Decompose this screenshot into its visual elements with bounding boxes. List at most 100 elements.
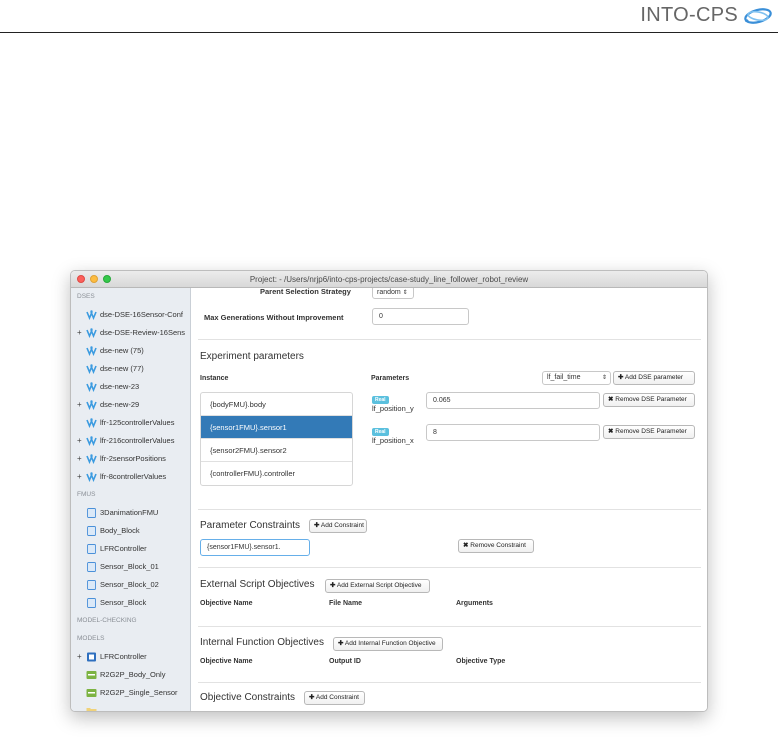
select-arrows-icon: ⇕ <box>402 290 408 296</box>
remove-dse-parameter-button[interactable]: ✖ Remove DSE Parameter <box>603 425 695 439</box>
sidebar-item-dse[interactable]: dse-DSE-16Sensor-Conf <box>71 306 190 324</box>
expand-icon[interactable]: + <box>77 432 82 450</box>
plus-icon: ✚ <box>314 522 320 529</box>
expand-icon[interactable]: + <box>77 324 82 342</box>
expand-icon[interactable]: + <box>77 468 82 486</box>
external-script-objectives-title: External Script Objectives <box>200 579 315 590</box>
expand-icon[interactable]: + <box>77 450 82 468</box>
remove-dse-parameter-button[interactable]: ✖ Remove DSE Parameter <box>603 393 695 407</box>
add-internal-function-objective-label: Add Internal Function Objective <box>344 640 436 647</box>
instance-list-item[interactable]: {sensor2FMU}.sensor2 <box>201 439 352 462</box>
remove-constraint-button[interactable]: ✖ Remove Constraint <box>458 539 534 553</box>
minimize-window-button[interactable] <box>90 275 98 283</box>
param-value-input[interactable]: 0.065 <box>426 392 600 409</box>
parent-selection-label: Parent Selection Strategy <box>260 288 351 296</box>
sidebar-item-fmu[interactable]: Sensor_Block_01 <box>71 558 190 576</box>
sidebar-item-model[interactable]: R2G2P_Single_Sensor <box>71 684 190 702</box>
add-constraint-label: Add Constraint <box>315 694 359 701</box>
dse-icon <box>86 436 97 446</box>
max-generations-input[interactable]: 0 <box>372 308 469 325</box>
sidebar-item-label: 3DanimationFMU <box>100 508 159 517</box>
sidebar-item-model[interactable]: R2G2P_Body_Only <box>71 666 190 684</box>
logo-text: INTO-CPS <box>640 4 738 26</box>
instance-list-item[interactable]: {controllerFMU}.controller <box>201 462 352 485</box>
dse-icon <box>86 382 97 392</box>
sidebar-item-fmu[interactable]: Sensor_Block <box>71 594 190 612</box>
sidebar-item-dse[interactable]: + lfr-8controllerValues <box>71 468 190 486</box>
times-icon: ✖ <box>463 542 469 549</box>
objective-name-header: Objective Name <box>200 600 253 607</box>
sidebar-item-fmu[interactable]: Sensor_Block_02 <box>71 576 190 594</box>
sidebar-item-fmu[interactable]: LFRController <box>71 540 190 558</box>
sidebar-item-label: LFRController <box>100 544 147 553</box>
sidebar-item-model[interactable] <box>71 702 190 711</box>
fmu-icon <box>87 526 96 536</box>
add-internal-function-objective-button[interactable]: ✚ Add Internal Function Objective <box>333 637 443 651</box>
add-objective-constraint-button[interactable]: ✚ Add Constraint <box>304 691 365 705</box>
sidebar-item-dse[interactable]: + lfr-2sensorPositions <box>71 450 190 468</box>
parent-selection-value: random <box>377 289 401 296</box>
expand-icon[interactable]: + <box>77 396 82 414</box>
instance-list-item[interactable]: {bodyFMU}.body <box>201 393 352 416</box>
divider <box>198 339 701 340</box>
sidebar-section-dses: DSES <box>77 293 95 300</box>
sidebar-item-dse[interactable]: + dse-new-29 <box>71 396 190 414</box>
constraint-input[interactable]: {sensor1FMU}.sensor1. <box>200 539 310 556</box>
document-header: INTO-CPS <box>0 0 778 34</box>
sidebar-item-label: dse-DSE-Review-16Sens <box>100 328 186 337</box>
fmu-icon <box>87 544 96 554</box>
sidebar-item-dse[interactable]: dse-new-23 <box>71 378 190 396</box>
output-id-header: Output ID <box>329 658 361 665</box>
instance-list: {bodyFMU}.body {sensor1FMU}.sensor1 {senso… <box>200 392 353 486</box>
sidebar-item-label: dse-DSE-16Sensor-Conf <box>100 310 183 319</box>
sidebar-item-model[interactable]: + LFRController <box>71 648 190 666</box>
parameters-header: Parameters <box>371 375 410 382</box>
sidebar-item-dse[interactable]: + dse-DSE-Review-16Sens <box>71 324 190 342</box>
dse-icon <box>86 418 97 428</box>
divider <box>198 682 701 683</box>
expand-icon[interactable]: + <box>77 648 82 666</box>
select-arrows-icon: ⇕ <box>601 375 607 381</box>
project-sidebar: DSES dse-DSE-16Sensor-Conf + dse-DSE-Revie… <box>71 288 191 711</box>
sidebar-section-fmus: FMUS <box>77 491 96 498</box>
add-external-script-objective-label: Add External Script Objective <box>336 582 422 589</box>
param-value-input[interactable]: 8 <box>426 424 600 441</box>
file-name-header: File Name <box>329 600 363 607</box>
dse-icon <box>86 364 97 374</box>
param-name: lf_position_x <box>372 436 414 445</box>
remove-constraint-label: Remove Constraint <box>470 542 526 549</box>
fmu-icon <box>87 562 96 572</box>
sidebar-item-fmu[interactable]: 3DanimationFMU <box>71 504 190 522</box>
model-green-icon <box>86 671 97 679</box>
parent-selection-select[interactable]: random ⇕ <box>372 288 414 299</box>
dse-icon <box>86 310 97 320</box>
add-external-script-objective-button[interactable]: ✚ Add External Script Objective <box>325 579 430 593</box>
close-window-button[interactable] <box>77 275 85 283</box>
window-controls <box>77 275 111 283</box>
param-name: lf_position_y <box>372 404 414 413</box>
sidebar-item-fmu[interactable]: Body_Block <box>71 522 190 540</box>
experiment-parameters-title: Experiment parameters <box>200 351 304 362</box>
sidebar-item-label: lfr-216controllerValues <box>100 436 175 445</box>
dse-icon <box>86 346 97 356</box>
times-icon: ✖ <box>608 428 614 435</box>
sidebar-item-label: dse-new (75) <box>100 346 144 355</box>
dse-parameter-select[interactable]: lf_fail_time ⇕ <box>542 371 611 385</box>
dse-editor: Parent Selection Strategy random ⇕ Max G… <box>192 288 707 711</box>
logo-loop-icon <box>744 7 772 24</box>
add-parameter-constraint-button[interactable]: ✚ Add Constraint <box>309 519 367 533</box>
into-cps-logo: INTO-CPS <box>640 4 774 27</box>
sidebar-item-label: R2G2P_Single_Sensor <box>100 688 178 697</box>
sidebar-item-dse[interactable]: dse-new (77) <box>71 360 190 378</box>
instance-list-item[interactable]: {sensor1FMU}.sensor1 <box>201 416 352 439</box>
sidebar-item-dse[interactable]: dse-new (75) <box>71 342 190 360</box>
plus-icon: ✚ <box>330 582 336 589</box>
sidebar-item-dse[interactable]: + lfr-216controllerValues <box>71 432 190 450</box>
add-dse-parameter-label: Add DSE parameter <box>624 374 684 381</box>
divider <box>198 626 701 627</box>
sidebar-item-dse[interactable]: lfr-125controllerValues <box>71 414 190 432</box>
add-dse-parameter-button[interactable]: ✚ Add DSE parameter <box>613 371 695 385</box>
internal-function-objectives-title: Internal Function Objectives <box>200 637 324 648</box>
arguments-header: Arguments <box>456 600 493 607</box>
maximize-window-button[interactable] <box>103 275 111 283</box>
